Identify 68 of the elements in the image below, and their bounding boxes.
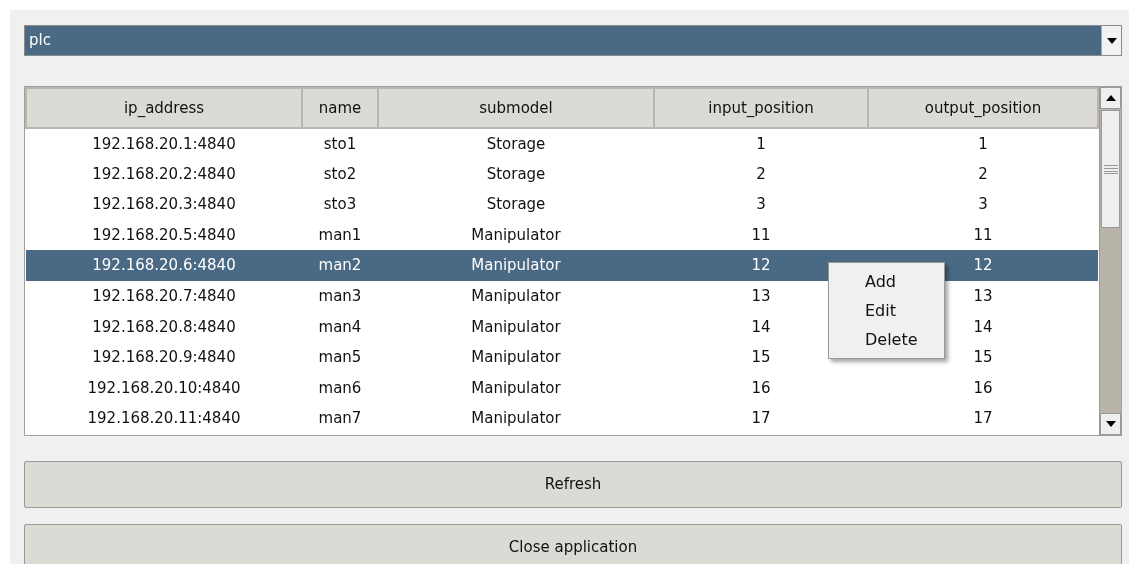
- table-cell: 13: [751, 287, 771, 305]
- table-cell: sto1: [323, 134, 357, 153]
- table-cell: 192.168.20.10:4840: [87, 378, 241, 397]
- table-cell: man2: [318, 256, 362, 275]
- table-cell: man7: [318, 409, 362, 428]
- table-cell: 11: [973, 225, 993, 244]
- action-button[interactable]: Refresh: [24, 461, 1122, 508]
- column-header[interactable]: ip_address: [26, 88, 302, 128]
- column-header[interactable]: input_position: [654, 88, 868, 128]
- table-cell: Storage: [486, 164, 546, 183]
- scroll-up-button[interactable]: [1100, 87, 1121, 109]
- table-cell: sto2: [323, 164, 357, 183]
- menu-item[interactable]: Add: [829, 267, 944, 296]
- column-header[interactable]: output_position: [868, 88, 1098, 128]
- column-header[interactable]: name: [302, 88, 378, 128]
- table-cell: Manipulator: [471, 287, 561, 305]
- grip-icon: [1103, 164, 1118, 174]
- table-cell: man4: [318, 317, 362, 336]
- table-cell: 3: [978, 195, 988, 214]
- dropdown-arrow-icon: [1106, 37, 1117, 44]
- dropdown[interactable]: plc: [24, 25, 1122, 56]
- table-cell: Manipulator: [471, 378, 561, 397]
- table-cell: Manipulator: [471, 317, 561, 336]
- table-cell: 13: [973, 287, 993, 305]
- table-cell: 17: [751, 409, 771, 428]
- table-cell: 192.168.20.5:4840: [92, 225, 236, 244]
- table-cell: 192.168.20.8:4840: [92, 317, 236, 336]
- table-cell: sto3: [323, 195, 357, 214]
- table-cell: 2: [756, 164, 766, 183]
- table-cell: 12: [751, 256, 771, 275]
- table-cell: Storage: [486, 195, 546, 214]
- menu-item[interactable]: Delete: [829, 325, 944, 354]
- table-cell: 11: [751, 225, 771, 244]
- table-cell: man6: [318, 378, 362, 397]
- scrollbar-thumb[interactable]: [1101, 110, 1120, 228]
- table-cell: Manipulator: [471, 348, 561, 367]
- table-cell: 192.168.20.9:4840: [92, 348, 236, 367]
- table-cell: 2: [978, 164, 988, 183]
- table-cell: 15: [751, 348, 771, 367]
- table-cell: 192.168.20.6:4840: [92, 256, 236, 275]
- table-cell: 14: [751, 317, 771, 336]
- action-button[interactable]: Close application: [24, 524, 1122, 564]
- scroll-down-button[interactable]: [1100, 413, 1121, 435]
- table-cell: 16: [973, 378, 993, 397]
- table-cell: 12: [973, 256, 993, 275]
- table-cell: Manipulator: [471, 256, 561, 275]
- table-cell: 16: [751, 378, 771, 397]
- table-cell: 192.168.20.7:4840: [92, 287, 236, 305]
- table-cell: man5: [318, 348, 362, 367]
- table-cell: 14: [973, 317, 993, 336]
- down-arrow-icon: [1105, 421, 1116, 427]
- table-cell: man3: [318, 287, 362, 305]
- table-cell: Storage: [486, 134, 546, 153]
- table-cell: 192.168.20.2:4840: [92, 164, 236, 183]
- table-cell: Manipulator: [471, 409, 561, 428]
- table-cell: 17: [973, 409, 993, 428]
- table-cell: 3: [756, 195, 766, 214]
- table-cell: 1: [756, 134, 766, 153]
- table-cell: Manipulator: [471, 225, 561, 244]
- table-cell: 192.168.20.3:4840: [92, 195, 236, 214]
- table-cell: 1: [978, 134, 988, 153]
- table-cell: 15: [973, 348, 993, 367]
- menu-item[interactable]: Edit: [829, 296, 944, 325]
- table-cell: 192.168.20.11:4840: [87, 409, 241, 428]
- table-cell: 192.168.20.1:4840: [92, 134, 236, 153]
- table-cell: man1: [318, 225, 362, 244]
- up-arrow-icon: [1105, 95, 1116, 101]
- column-header[interactable]: submodel: [378, 88, 654, 128]
